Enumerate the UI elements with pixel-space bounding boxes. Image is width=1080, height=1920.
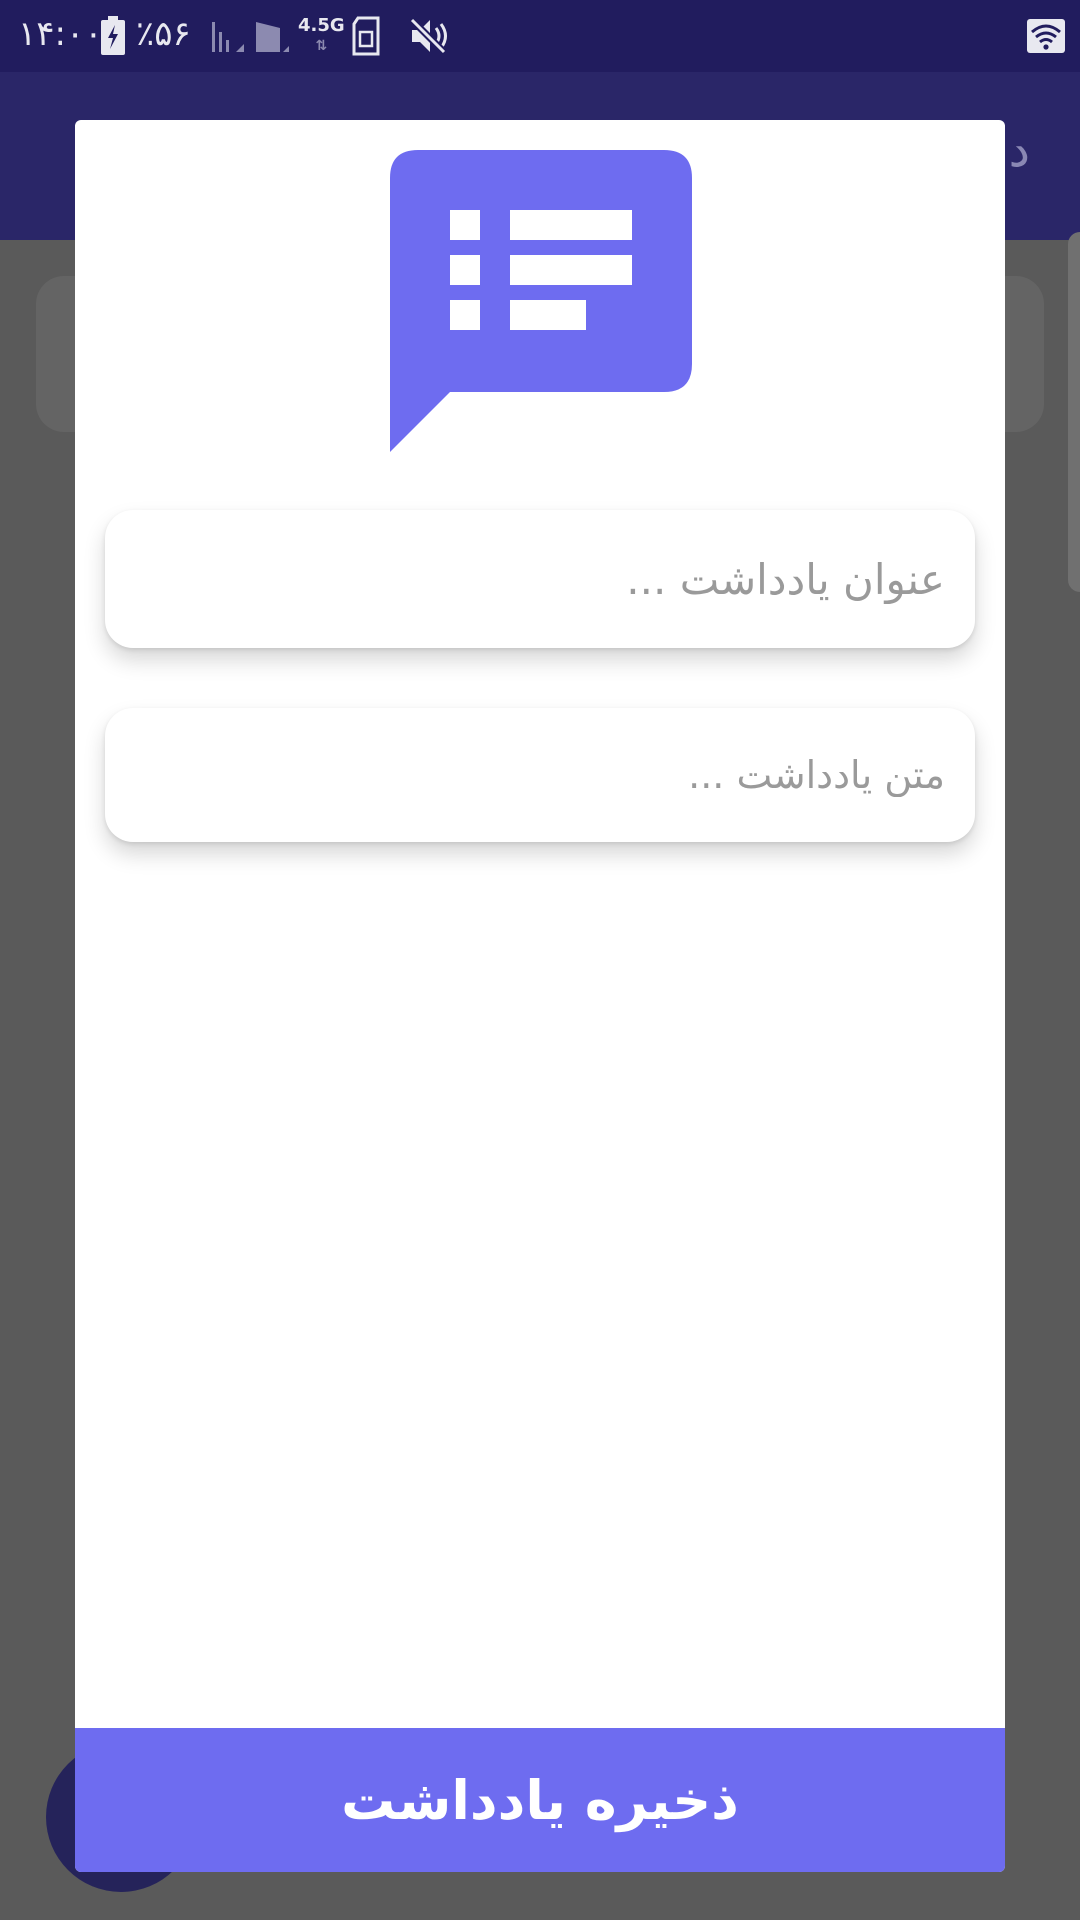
note-list-chat-icon bbox=[390, 150, 692, 452]
network-type-label: 4.5G bbox=[298, 15, 345, 36]
network-arrows-icon: ⇅ bbox=[315, 38, 328, 54]
status-bar: ۱۴:۰۰ ٪۵۶ 4.5G ⇅ bbox=[0, 0, 1080, 72]
note-title-field-container bbox=[105, 510, 975, 648]
note-body-input[interactable] bbox=[105, 708, 975, 842]
battery-charging-icon bbox=[101, 16, 125, 55]
signal-bars-icon bbox=[212, 22, 244, 52]
save-note-button[interactable]: ذخیره یادداشت bbox=[75, 1728, 1005, 1872]
app-bar-title: د bbox=[1008, 122, 1030, 178]
background-scrollbar bbox=[1068, 232, 1080, 592]
network-type: 4.5G ⇅ bbox=[298, 16, 345, 56]
mute-icon bbox=[409, 17, 447, 55]
status-time: ۱۴:۰۰ bbox=[18, 14, 103, 54]
cell-signal-icon bbox=[256, 22, 289, 52]
note-title-input[interactable] bbox=[105, 510, 975, 648]
battery-percent: ٪۵۶ bbox=[136, 14, 191, 54]
sim-card-icon bbox=[352, 16, 380, 56]
add-note-dialog: ذخیره یادداشت bbox=[75, 120, 1005, 1872]
wifi-icon bbox=[1027, 19, 1065, 53]
note-body-field-container bbox=[105, 708, 975, 842]
